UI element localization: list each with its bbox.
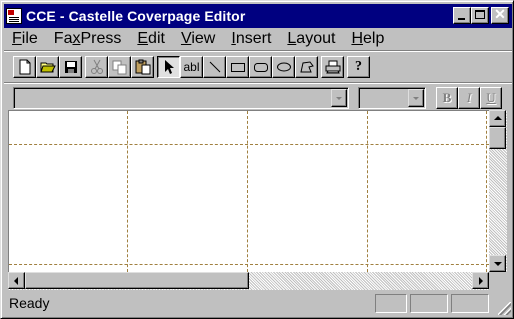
new-document-icon [19,59,30,75]
paste-button[interactable] [131,56,154,78]
close-button[interactable]: ✕ [491,6,509,24]
app-icon[interactable] [6,8,22,24]
printer-icon [325,60,340,74]
page-margin-right [486,111,487,272]
chevron-down-icon[interactable] [408,89,424,107]
menu-layout[interactable]: Layout [279,29,343,48]
help-group: ? [347,56,370,80]
copy-button[interactable] [108,56,131,78]
bold-button[interactable]: B [436,87,458,109]
rounded-rectangle-icon [253,63,268,72]
text-tool-button[interactable]: abl [180,56,203,78]
menu-file[interactable]: File [4,29,46,48]
text-tool-label: abl [183,60,200,74]
line-icon [209,61,220,73]
rounded-rectangle-tool-button[interactable] [249,56,272,78]
question-mark-icon: ? [355,59,362,74]
page-canvas[interactable] [8,110,489,272]
italic-button[interactable]: I [458,87,480,109]
window-controls: ✕ [453,6,509,24]
print-group [321,56,344,80]
help-button[interactable]: ? [347,56,370,78]
scroll-up-button[interactable] [489,110,506,127]
ellipse-icon [276,62,291,72]
ellipse-tool-button[interactable] [272,56,295,78]
cut-button[interactable] [85,56,108,78]
grid-guide-vertical [247,111,248,272]
scroll-right-button[interactable] [472,272,489,289]
menu-edit[interactable]: Edit [129,29,173,48]
vertical-scrollbar[interactable] [489,110,507,272]
main-toolbar: abl ? [13,56,373,80]
status-panel [375,294,407,313]
font-name-combo[interactable] [13,87,349,109]
paste-clipboard-icon [135,59,150,75]
horizontal-scroll-thumb[interactable] [25,272,249,289]
grid-guide-horizontal [9,144,489,145]
format-toolbar: B I U [13,87,503,109]
title-bar[interactable]: CCE - Castelle Coverpage Editor ✕ [4,4,512,28]
font-size-combo[interactable] [358,87,426,109]
edit-group [85,56,154,80]
menu-help[interactable]: Help [343,29,392,48]
menu-view[interactable]: View [173,29,223,48]
underline-button[interactable]: U [480,87,502,109]
polygon-icon [299,61,314,73]
pointer-arrow-icon [164,60,174,74]
scroll-left-button[interactable] [8,272,25,289]
copy-icon [112,60,126,74]
rectangle-tool-button[interactable] [226,56,249,78]
vertical-scroll-thumb[interactable] [489,127,506,149]
status-panel [451,294,489,313]
file-group [13,56,82,80]
floppy-disk-icon [64,61,77,73]
line-tool-button[interactable] [203,56,226,78]
open-folder-icon [39,62,56,73]
separator [4,50,512,52]
menu-insert[interactable]: Insert [223,29,279,48]
open-button[interactable] [36,56,59,78]
scrollbar-corner [489,272,507,290]
minimize-icon [458,18,465,20]
grid-guide-horizontal [9,264,489,265]
scroll-down-button[interactable] [489,255,506,272]
menu-bar: File FaxPress Edit View Insert Layout He… [4,28,512,48]
minimize-button[interactable] [453,7,471,24]
select-tool-button[interactable] [157,56,180,78]
print-button[interactable] [321,56,344,78]
window-title: CCE - Castelle Coverpage Editor [26,8,246,24]
grid-guide-vertical [127,111,128,272]
close-icon: ✕ [494,6,506,22]
maximize-icon [475,10,485,19]
new-button[interactable] [13,56,36,78]
maximize-button[interactable] [471,7,489,24]
resize-grip-icon[interactable] [498,302,511,315]
save-button[interactable] [59,56,82,78]
separator [4,82,512,84]
draw-tools-group: abl [157,56,318,80]
app-window: CCE - Castelle Coverpage Editor ✕ File F… [0,0,514,319]
horizontal-scrollbar[interactable] [8,272,489,290]
scissors-icon [90,59,103,74]
status-bar: Ready [4,292,512,316]
status-panel [410,294,448,313]
rectangle-icon [230,63,245,72]
menu-faxpress[interactable]: FaxPress [46,29,130,48]
polygon-tool-button[interactable] [295,56,318,78]
status-text: Ready [9,295,50,311]
chevron-down-icon[interactable] [331,89,347,107]
grid-guide-vertical [367,111,368,272]
